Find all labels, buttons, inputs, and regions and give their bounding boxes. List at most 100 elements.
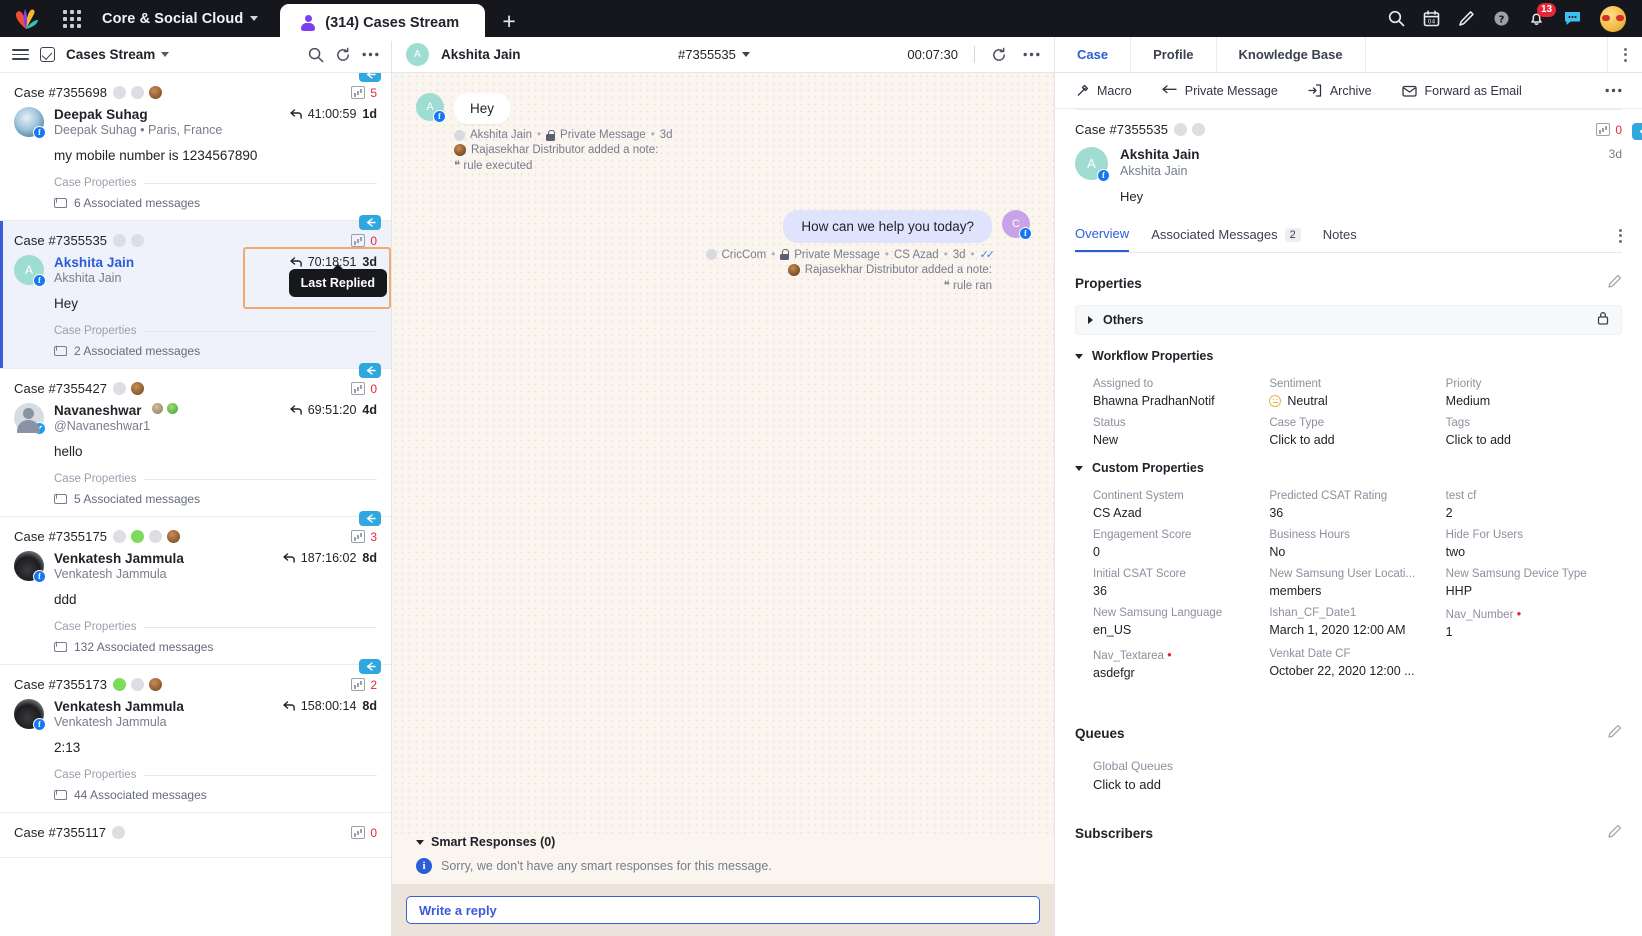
edit-pencil-icon[interactable] — [1608, 274, 1622, 293]
collapse-arrow-tab[interactable] — [359, 215, 381, 230]
contact-name[interactable]: Akshita Jain — [54, 255, 134, 270]
search-icon[interactable] — [308, 47, 324, 63]
edit-pencil-icon[interactable] — [1608, 824, 1622, 843]
refresh-icon[interactable] — [335, 47, 351, 63]
tab-knowledge-base[interactable]: Knowledge Base — [1217, 37, 1366, 72]
more-options-icon[interactable] — [362, 52, 379, 57]
action-archive[interactable]: Archive — [1308, 84, 1372, 98]
property-cell[interactable]: Priority Medium — [1446, 369, 1622, 408]
collapse-arrow-tab[interactable] — [1632, 123, 1642, 140]
property-cell[interactable]: Sentiment Neutral — [1269, 369, 1445, 408]
stream-title[interactable]: Cases Stream — [66, 47, 170, 62]
message-count-value: 0 — [1615, 122, 1622, 137]
collapse-arrow-tab[interactable] — [359, 511, 381, 526]
smart-responses-empty-text: Sorry, we don't have any smart responses… — [441, 859, 772, 873]
property-cell[interactable]: Venkat Date CF October 22, 2020 12:00 ... — [1269, 639, 1445, 680]
tab-cases-stream[interactable]: (314) Cases Stream — [280, 4, 486, 41]
property-cell[interactable]: Status New — [1093, 408, 1269, 447]
case-details-scroll[interactable]: Case #7355535 0 Af Akshita Jain Akshita … — [1055, 109, 1642, 936]
contact-sub: Venkatesh Jammula — [54, 715, 167, 729]
app-switcher-icon[interactable] — [52, 0, 92, 37]
tab-case[interactable]: Case — [1055, 37, 1132, 72]
action-more[interactable] — [1605, 88, 1622, 93]
property-cell[interactable]: New Samsung User Locati... members — [1269, 559, 1445, 598]
compose-pencil-icon[interactable] — [1458, 10, 1475, 27]
property-cell[interactable]: Continent System CS Azad — [1093, 481, 1269, 520]
property-cell[interactable]: Initial CSAT Score 36 — [1093, 559, 1269, 598]
property-cell[interactable]: Nav_Number • 1 — [1446, 598, 1622, 639]
subtab-notes[interactable]: Notes — [1323, 227, 1357, 251]
menu-icon[interactable] — [12, 48, 29, 61]
avatar: Af — [14, 255, 46, 287]
case-list-item[interactable]: Case #7355698 5 f Deepak Suhag Deepak Su… — [0, 73, 391, 221]
message-preview: ddd — [54, 592, 77, 607]
property-cell[interactable]: Hide For Users two — [1446, 520, 1622, 559]
associated-messages[interactable]: 5 Associated messages — [54, 492, 377, 506]
conversation-case-id[interactable]: #7355535 — [678, 47, 750, 62]
case-list-item[interactable]: Case #7355175 3 f Venkatesh Jammula Venk… — [0, 511, 391, 665]
associated-messages[interactable]: 6 Associated messages — [54, 196, 377, 210]
property-cell[interactable]: Engagement Score 0 — [1093, 520, 1269, 559]
more-options-icon[interactable] — [1023, 52, 1040, 57]
custom-properties-header[interactable]: Custom Properties — [1075, 461, 1622, 475]
action-private-message[interactable]: Private Message — [1162, 84, 1278, 98]
envelope-icon — [54, 790, 67, 800]
user-avatar[interactable] — [1600, 5, 1626, 32]
cases-list[interactable]: Case #7355698 5 f Deepak Suhag Deepak Su… — [0, 73, 391, 936]
avatar: Af — [416, 93, 446, 123]
chat-icon[interactable] — [1563, 10, 1582, 27]
subtabs-more-icon[interactable] — [1619, 228, 1622, 250]
associated-messages[interactable]: 44 Associated messages — [54, 788, 377, 802]
property-cell[interactable]: test cf 2 — [1446, 481, 1622, 520]
select-all-checkbox[interactable] — [40, 47, 55, 62]
refresh-icon[interactable] — [991, 47, 1007, 63]
contact-badges — [152, 403, 179, 414]
action-forward-as-email[interactable]: Forward as Email — [1401, 84, 1522, 98]
collapse-arrow-tab[interactable] — [359, 363, 381, 378]
workspace-selector[interactable]: Core & Social Cloud — [92, 0, 272, 37]
property-cell[interactable]: New Samsung Device Type HHP — [1446, 559, 1622, 598]
smart-responses-header[interactable]: Smart Responses (0) — [416, 835, 1030, 849]
new-tab-button[interactable]: + — [485, 3, 533, 40]
person-icon — [300, 14, 316, 31]
caret-down-icon — [1075, 465, 1083, 471]
workflow-properties-header[interactable]: Workflow Properties — [1075, 349, 1622, 363]
reply-arrow-icon — [283, 553, 295, 563]
help-icon[interactable]: ? — [1493, 10, 1510, 27]
associated-messages[interactable]: 2 Associated messages — [54, 344, 377, 358]
search-icon[interactable] — [1388, 10, 1405, 27]
cases-stream-header: Cases Stream — [0, 37, 391, 73]
app-logo[interactable] — [0, 0, 52, 37]
property-value: March 1, 2020 12:00 AM — [1269, 623, 1406, 637]
global-queues-value[interactable]: Click to add — [1093, 777, 1622, 792]
property-cell[interactable]: Predicted CSAT Rating 36 — [1269, 481, 1445, 520]
property-cell[interactable]: Business Hours No — [1269, 520, 1445, 559]
case-list-item[interactable]: Case #7355535 0 Af Akshita Jain Akshita … — [0, 215, 391, 369]
property-cell[interactable]: Ishan_CF_Date1 March 1, 2020 12:00 AM — [1269, 598, 1445, 639]
tabs-more-icon[interactable] — [1608, 37, 1642, 72]
tab-profile[interactable]: Profile — [1131, 37, 1217, 72]
case-list-item[interactable]: Case #7355427 0 ✔ Navaneshwar @Navaneshw… — [0, 363, 391, 517]
case-list-item[interactable]: Case #7355173 2 f Venkatesh Jammula Venk… — [0, 659, 391, 813]
property-cell[interactable]: New Samsung Language en_US — [1093, 598, 1269, 639]
property-cell[interactable]: Nav_Textarea • asdefgr — [1093, 639, 1269, 680]
property-cell[interactable]: Tags Click to add — [1446, 408, 1622, 447]
subtab-associated-messages[interactable]: Associated Messages 2 — [1151, 227, 1301, 251]
edit-pencil-icon[interactable] — [1608, 724, 1622, 743]
property-cell[interactable]: Assigned to Bhawna PradhanNotif — [1093, 369, 1269, 408]
collapse-arrow-tab[interactable] — [359, 73, 381, 82]
calendar-icon[interactable]: 04 — [1423, 10, 1440, 27]
case-list-item[interactable]: Case #7355117 0 — [0, 813, 391, 858]
associated-messages[interactable]: 132 Associated messages — [54, 640, 377, 654]
reply-timer: 69:51:20 4d — [282, 403, 377, 417]
action-macro[interactable]: Macro — [1075, 84, 1132, 98]
others-group[interactable]: Others — [1075, 305, 1622, 335]
reply-input[interactable]: Write a reply — [406, 896, 1040, 924]
property-value: New — [1093, 433, 1119, 447]
message-count-value: 0 — [370, 825, 377, 840]
subtab-overview[interactable]: Overview — [1075, 226, 1130, 252]
collapse-arrow-tab[interactable] — [359, 659, 381, 674]
case-body: f Venkatesh Jammula Venkatesh Jammula 18… — [14, 551, 377, 654]
property-cell[interactable]: Case Type Click to add — [1269, 408, 1445, 447]
notifications-bell-icon[interactable]: 13 — [1528, 3, 1557, 27]
